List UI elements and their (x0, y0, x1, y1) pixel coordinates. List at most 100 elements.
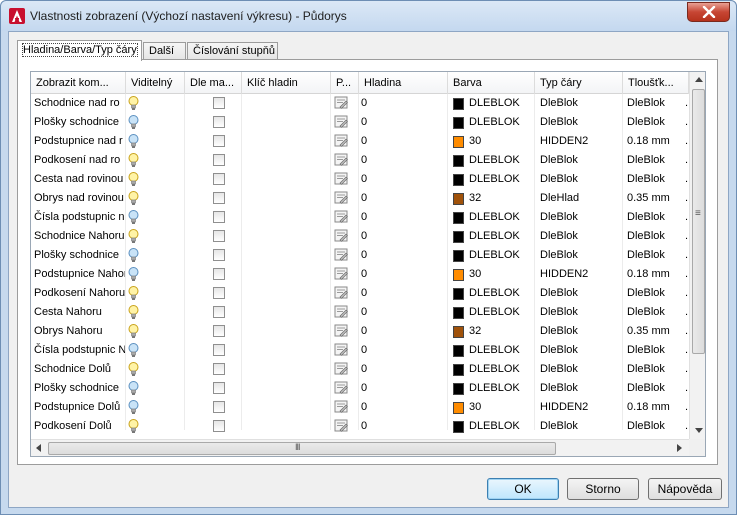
ok-button[interactable]: OK (487, 478, 559, 500)
plot-style-cell[interactable] (331, 113, 358, 132)
plot-style-cell[interactable] (331, 417, 358, 436)
color-cell[interactable]: DLEBLOK (448, 303, 534, 322)
lineweight-cell[interactable]: DleBlok (623, 341, 686, 360)
color-cell[interactable]: DLEBLOK (448, 360, 534, 379)
column-header-linetype[interactable]: Typ čáry (535, 72, 623, 94)
by-material-checkbox[interactable] (213, 401, 225, 413)
layer-cell[interactable]: 0 (359, 94, 447, 113)
visibility-cell[interactable] (126, 379, 184, 398)
lineweight-cell[interactable]: DleBlok (623, 94, 686, 113)
by-material-cell[interactable] (185, 265, 241, 284)
lightbulb-off-icon[interactable] (128, 134, 139, 151)
by-material-cell[interactable] (185, 208, 241, 227)
lineweight-cell[interactable]: DleBlok (623, 113, 686, 132)
color-cell[interactable]: 32 (448, 189, 534, 208)
linetype-cell[interactable]: DleBlok (535, 341, 622, 360)
linetype-cell[interactable]: DleHlad (535, 189, 622, 208)
by-material-checkbox[interactable] (213, 268, 225, 280)
visibility-cell[interactable] (126, 265, 184, 284)
linetype-cell[interactable]: HIDDEN2 (535, 132, 622, 151)
by-material-checkbox[interactable] (213, 306, 225, 318)
by-material-cell[interactable] (185, 398, 241, 417)
linetype-cell[interactable]: DleBlok (535, 360, 622, 379)
layer-cell[interactable]: 0 (359, 189, 447, 208)
plot-style-cell[interactable] (331, 303, 358, 322)
color-cell[interactable]: DLEBLOK (448, 284, 534, 303)
color-cell[interactable]: DLEBLOK (448, 94, 534, 113)
linetype-cell[interactable]: DleBlok (535, 379, 622, 398)
plot-style-cell[interactable] (331, 379, 358, 398)
plot-style-icon[interactable] (334, 362, 349, 379)
layer-cell[interactable]: 0 (359, 227, 447, 246)
layer-cell[interactable]: 0 (359, 322, 447, 341)
layer-key-cell[interactable] (242, 132, 330, 151)
plot-style-icon[interactable] (334, 324, 349, 341)
tab-other[interactable]: Další (143, 42, 186, 60)
layer-cell[interactable]: 0 (359, 379, 447, 398)
tab-layer-color-linetype[interactable]: Hladina/Barva/Typ čáry (17, 40, 142, 61)
visibility-cell[interactable] (126, 417, 184, 436)
layer-key-cell[interactable] (242, 170, 330, 189)
table-row[interactable]: Cesta nad rovinou 0 DLEBLOK DleBlok DleBlok. (31, 170, 689, 189)
lightbulb-off-icon[interactable] (128, 400, 139, 417)
plot-style-icon[interactable] (334, 134, 349, 151)
lightbulb-off-icon[interactable] (128, 248, 139, 265)
linetype-cell[interactable]: DleBlok (535, 246, 622, 265)
layer-key-cell[interactable] (242, 360, 330, 379)
visibility-cell[interactable] (126, 189, 184, 208)
lightbulb-on-icon[interactable] (128, 286, 139, 303)
plot-style-icon[interactable] (334, 305, 349, 322)
lineweight-cell[interactable]: DleBlok (623, 151, 686, 170)
plot-style-icon[interactable] (334, 267, 349, 284)
color-cell[interactable]: 30 (448, 132, 534, 151)
visibility-cell[interactable] (126, 360, 184, 379)
by-material-cell[interactable] (185, 189, 241, 208)
plot-style-cell[interactable] (331, 151, 358, 170)
layer-key-cell[interactable] (242, 208, 330, 227)
color-cell[interactable]: DLEBLOK (448, 246, 534, 265)
linetype-cell[interactable]: DleBlok (535, 208, 622, 227)
column-header-visible[interactable]: Viditelný (126, 72, 185, 94)
plot-style-cell[interactable] (331, 170, 358, 189)
by-material-cell[interactable] (185, 360, 241, 379)
by-material-checkbox[interactable] (213, 325, 225, 337)
lightbulb-off-icon[interactable] (128, 343, 139, 360)
lightbulb-on-icon[interactable] (128, 419, 139, 436)
layer-cell[interactable]: 0 (359, 246, 447, 265)
layer-cell[interactable]: 0 (359, 303, 447, 322)
table-row[interactable]: Schodnice Nahoru 0 DLEBLOK DleBlok DleBlok. (31, 227, 689, 246)
table-row[interactable]: Obrys Nahoru 0 32 DleBlok 0.35 mm. (31, 322, 689, 341)
plot-style-icon[interactable] (334, 419, 349, 436)
plot-style-cell[interactable] (331, 398, 358, 417)
by-material-cell[interactable] (185, 170, 241, 189)
by-material-checkbox[interactable] (213, 382, 225, 394)
linetype-cell[interactable]: DleBlok (535, 151, 622, 170)
linetype-cell[interactable]: DleBlok (535, 303, 622, 322)
column-header-layer-key[interactable]: Klíč hladin (242, 72, 331, 94)
layer-key-cell[interactable] (242, 189, 330, 208)
vertical-scrollbar[interactable]: ≡ (689, 72, 705, 439)
layer-cell[interactable]: 0 (359, 132, 447, 151)
vertical-scroll-thumb[interactable]: ≡ (692, 89, 705, 354)
layer-cell[interactable]: 0 (359, 151, 447, 170)
linetype-cell[interactable]: DleBlok (535, 284, 622, 303)
by-material-checkbox[interactable] (213, 420, 225, 432)
visibility-cell[interactable] (126, 170, 184, 189)
layer-key-cell[interactable] (242, 341, 330, 360)
color-cell[interactable]: DLEBLOK (448, 417, 534, 436)
linetype-cell[interactable]: DleBlok (535, 227, 622, 246)
layer-cell[interactable]: 0 (359, 417, 447, 436)
by-material-checkbox[interactable] (213, 135, 225, 147)
layer-key-cell[interactable] (242, 94, 330, 113)
layer-cell[interactable]: 0 (359, 398, 447, 417)
by-material-checkbox[interactable] (213, 192, 225, 204)
by-material-checkbox[interactable] (213, 230, 225, 242)
horizontal-scroll-thumb[interactable]: III (48, 442, 556, 455)
column-header-component[interactable]: Zobrazit kom... (31, 72, 126, 94)
layer-key-cell[interactable] (242, 246, 330, 265)
color-cell[interactable]: DLEBLOK (448, 170, 534, 189)
lightbulb-on-icon[interactable] (128, 172, 139, 189)
plot-style-icon[interactable] (334, 248, 349, 265)
layer-key-cell[interactable] (242, 151, 330, 170)
table-row[interactable]: Čísla podstupnic N 0 DLEBLOK DleBlok DleBlok… (31, 341, 689, 360)
